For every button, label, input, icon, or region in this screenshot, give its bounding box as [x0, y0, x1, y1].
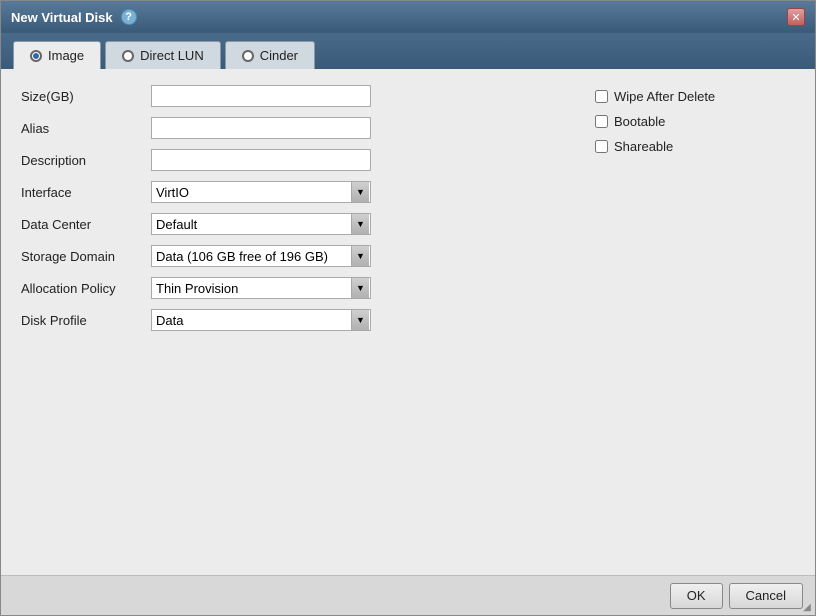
tab-direct-lun[interactable]: Direct LUN [105, 41, 221, 69]
data-center-select[interactable]: Default [151, 213, 371, 235]
dialog-title: New Virtual Disk [11, 10, 113, 25]
shareable-row: Shareable [595, 139, 795, 154]
allocation-policy-select[interactable]: Thin Provision Preallocated [151, 277, 371, 299]
allocation-policy-label: Allocation Policy [21, 281, 151, 296]
alias-label: Alias [21, 121, 151, 136]
size-label: Size(GB) [21, 89, 151, 104]
tab-cinder-radio [242, 50, 254, 62]
disk-profile-label: Disk Profile [21, 313, 151, 328]
storage-domain-select[interactable]: Data (106 GB free of 196 GB) [151, 245, 371, 267]
interface-row: Interface VirtIO IDE SATA ▼ [21, 181, 555, 203]
disk-profile-select-wrapper: Data ▼ [151, 309, 371, 331]
right-options: Wipe After Delete Bootable Shareable [595, 85, 795, 559]
ok-button[interactable]: OK [670, 583, 723, 609]
data-center-row: Data Center Default ▼ [21, 213, 555, 235]
tab-bar: Image Direct LUN Cinder [1, 33, 815, 69]
tab-cinder[interactable]: Cinder [225, 41, 315, 69]
corner-decoration: ◢ [799, 599, 815, 615]
storage-domain-label: Storage Domain [21, 249, 151, 264]
description-label: Description [21, 153, 151, 168]
tab-image-label: Image [48, 48, 84, 63]
storage-domain-select-wrapper: Data (106 GB free of 196 GB) ▼ [151, 245, 371, 267]
shareable-label: Shareable [614, 139, 673, 154]
bottom-bar: OK Cancel [1, 575, 815, 615]
tab-image-radio [30, 50, 42, 62]
tab-cinder-label: Cinder [260, 48, 298, 63]
tab-direct-lun-label: Direct LUN [140, 48, 204, 63]
data-center-label: Data Center [21, 217, 151, 232]
interface-select[interactable]: VirtIO IDE SATA [151, 181, 371, 203]
allocation-policy-select-wrapper: Thin Provision Preallocated ▼ [151, 277, 371, 299]
description-input[interactable] [151, 149, 371, 171]
title-bar-left: New Virtual Disk ? [11, 9, 137, 25]
new-virtual-disk-dialog: New Virtual Disk ? ✕ Image Direct LUN Ci… [0, 0, 816, 616]
bootable-row: Bootable [595, 114, 795, 129]
tab-direct-lun-radio [122, 50, 134, 62]
size-row: Size(GB) [21, 85, 555, 107]
description-row: Description [21, 149, 555, 171]
left-form: Size(GB) Alias Description Interface Vir… [21, 85, 555, 559]
interface-label: Interface [21, 185, 151, 200]
title-bar: New Virtual Disk ? ✕ [1, 1, 815, 33]
wipe-after-delete-label: Wipe After Delete [614, 89, 715, 104]
close-button[interactable]: ✕ [787, 8, 805, 26]
bootable-checkbox[interactable] [595, 115, 608, 128]
disk-profile-row: Disk Profile Data ▼ [21, 309, 555, 331]
alias-input[interactable] [151, 117, 371, 139]
data-center-select-wrapper: Default ▼ [151, 213, 371, 235]
shareable-checkbox[interactable] [595, 140, 608, 153]
wipe-after-delete-row: Wipe After Delete [595, 89, 795, 104]
storage-domain-row: Storage Domain Data (106 GB free of 196 … [21, 245, 555, 267]
tab-image[interactable]: Image [13, 41, 101, 69]
disk-profile-select[interactable]: Data [151, 309, 371, 331]
dialog-content: Size(GB) Alias Description Interface Vir… [1, 69, 815, 575]
cancel-button[interactable]: Cancel [729, 583, 803, 609]
size-input[interactable] [151, 85, 371, 107]
allocation-policy-row: Allocation Policy Thin Provision Preallo… [21, 277, 555, 299]
bootable-label: Bootable [614, 114, 665, 129]
alias-row: Alias [21, 117, 555, 139]
wipe-after-delete-checkbox[interactable] [595, 90, 608, 103]
help-icon[interactable]: ? [121, 9, 137, 25]
interface-select-wrapper: VirtIO IDE SATA ▼ [151, 181, 371, 203]
